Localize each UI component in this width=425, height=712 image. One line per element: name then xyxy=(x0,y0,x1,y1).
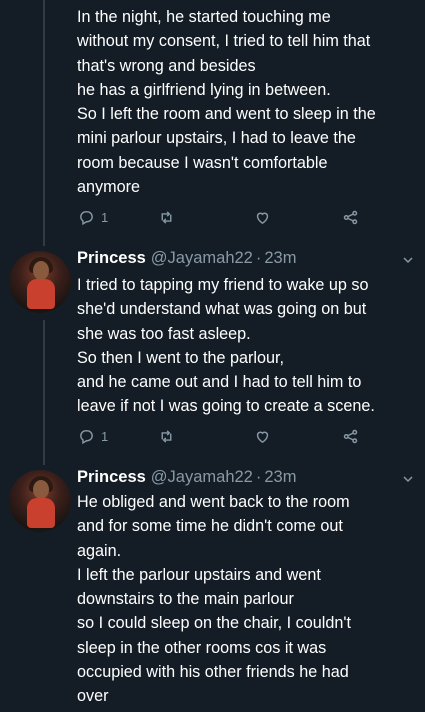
reply-icon xyxy=(80,429,93,444)
like-button[interactable] xyxy=(254,207,271,227)
chevron-down-icon[interactable] xyxy=(402,473,414,485)
like-button[interactable] xyxy=(254,426,271,446)
chevron-down-icon[interactable] xyxy=(402,254,414,266)
tweet-line: He obliged and went back to the room xyxy=(77,493,350,511)
tweet-line: that's wrong and besides xyxy=(77,56,256,75)
tweet-actions: 1 xyxy=(78,207,378,227)
avatar-torso xyxy=(27,498,55,528)
tweet-text: In the night, he started touching me wit… xyxy=(77,5,417,199)
tweet-line: So I left the room and went to sleep in … xyxy=(77,105,376,124)
user-handle[interactable]: @Jayamah22 xyxy=(151,468,253,487)
tweet-actions: 1 xyxy=(78,426,378,446)
tweet-line: without my consent, I tried to tell him … xyxy=(77,32,371,51)
heart-icon xyxy=(256,431,269,443)
tweet-line: she was too fast asleep. xyxy=(77,324,251,343)
display-name[interactable]: Princess xyxy=(77,468,146,487)
tweet-line: over xyxy=(77,687,109,706)
tweet-line: In the night, he started touching me xyxy=(77,8,331,26)
share-button[interactable] xyxy=(342,426,359,446)
avatar[interactable] xyxy=(9,251,71,313)
retweet-icon xyxy=(161,210,172,224)
tweet-header: Princess @Jayamah22 · 23m xyxy=(77,249,296,271)
tweet-line: I left the parlour upstairs and went xyxy=(77,565,321,584)
display-name[interactable]: Princess xyxy=(77,249,146,268)
tweet-line: downstairs to the main parlour xyxy=(77,590,294,609)
avatar-head xyxy=(33,261,49,280)
tweet-line: occupied with his other friends he had xyxy=(77,663,349,682)
tweet-line: So then I went to the parlour, xyxy=(77,348,284,367)
tweet-line: anymore xyxy=(77,178,140,197)
tweet-text: I tried to tapping my friend to wake up … xyxy=(77,273,417,419)
reply-count: 1 xyxy=(101,428,109,444)
tweet-1[interactable]: In the night, he started touching me wit… xyxy=(0,0,425,240)
separator-dot: · xyxy=(255,249,262,267)
share-button[interactable] xyxy=(342,207,359,227)
tweet-line: again. xyxy=(77,541,122,560)
timestamp[interactable]: 23m xyxy=(264,249,296,268)
tweet-line: and for some time he didn't come out xyxy=(77,517,343,536)
share-icon xyxy=(343,210,358,224)
tweet-line: leave if not I was going to create a sce… xyxy=(77,397,375,416)
tweet-line: so I could sleep on the chair, I couldn'… xyxy=(77,614,351,633)
avatar-torso xyxy=(27,279,55,309)
tweet-line: I tried to tapping my friend to wake up … xyxy=(77,276,369,294)
tweet-text: He obliged and went back to the room and… xyxy=(77,490,417,709)
tweet-line: and he came out and I had to tell him to xyxy=(77,373,362,392)
retweet-icon xyxy=(161,429,172,443)
avatar[interactable] xyxy=(9,470,71,532)
heart-icon xyxy=(256,212,269,224)
share-icon xyxy=(343,429,358,443)
tweet-header: Princess @Jayamah22 · 23m xyxy=(77,468,296,490)
retweet-button[interactable] xyxy=(158,207,175,227)
reply-count: 1 xyxy=(101,209,109,225)
reply-button[interactable]: 1 xyxy=(78,426,108,446)
tweet-line: room because I wasn't comfortable xyxy=(77,153,328,172)
retweet-button[interactable] xyxy=(158,426,175,446)
tweet-line: she'd understand what was going on but xyxy=(77,300,367,319)
user-handle[interactable]: @Jayamah22 xyxy=(151,249,253,268)
separator-dot: · xyxy=(255,468,262,486)
tweet-2[interactable]: Princess @Jayamah22 · 23m I tried to tap… xyxy=(0,246,425,460)
tweet-line: sleep in the other rooms cos it was xyxy=(77,638,327,657)
avatar-head xyxy=(33,480,49,499)
tweet-3[interactable]: Princess @Jayamah22 · 23m He obliged and… xyxy=(0,465,425,712)
tweet-line: mini parlour upstairs, I had to leave th… xyxy=(77,129,356,148)
reply-button[interactable]: 1 xyxy=(78,207,108,227)
reply-icon xyxy=(80,210,93,225)
timestamp[interactable]: 23m xyxy=(264,468,296,487)
tweet-line: he has a girlfriend lying in between. xyxy=(77,80,331,99)
